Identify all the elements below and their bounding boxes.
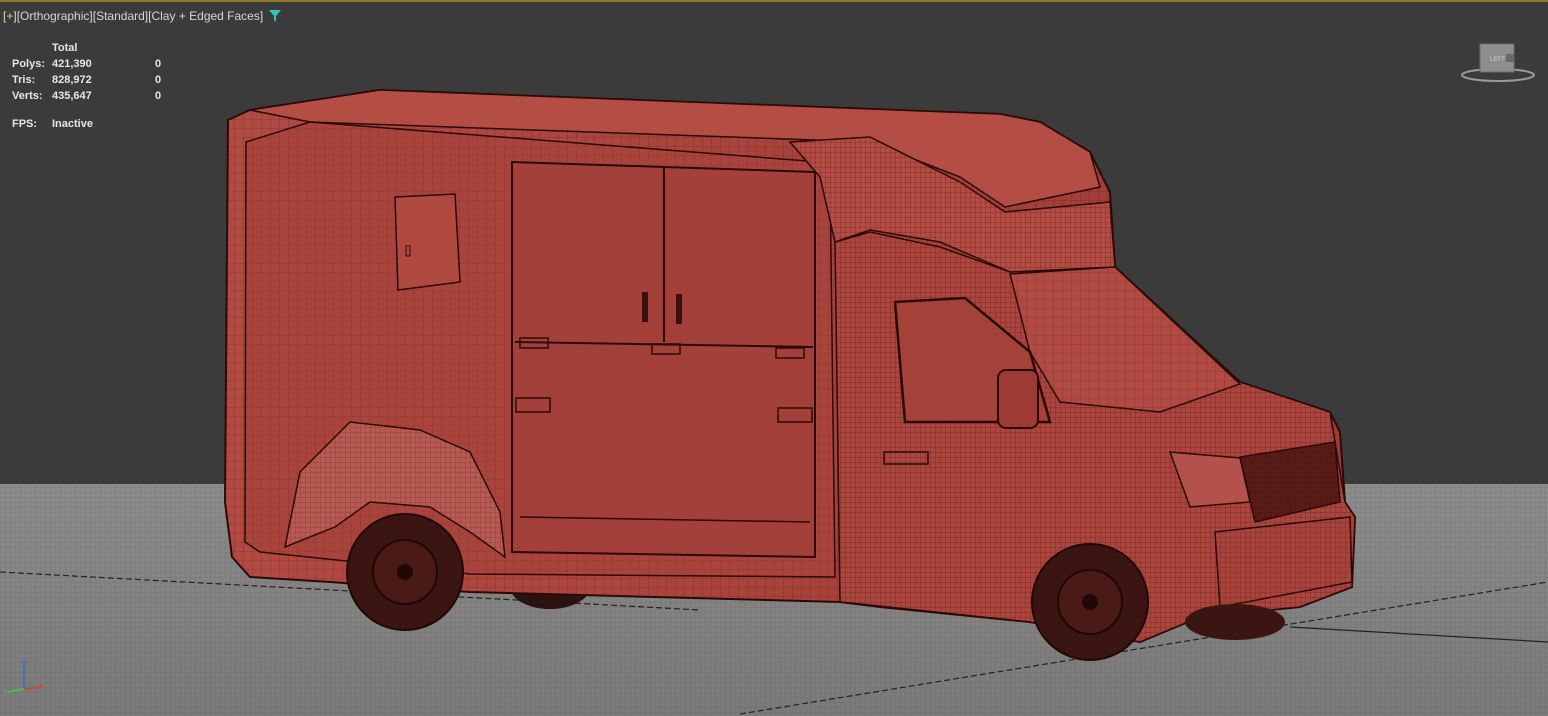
viewcube-edge[interactable] xyxy=(1506,54,1514,62)
stats-row-tris: Tris: 828,972 0 xyxy=(12,74,162,86)
side-window-frame xyxy=(394,193,461,291)
viewport-left[interactable]: [ + ][ Orthographic ][ Standard ][ Clay … xyxy=(0,0,1548,716)
viewcube-face-label: LEFT xyxy=(1490,57,1505,63)
viewport-display-style-menu[interactable]: Clay + Edged Faces xyxy=(151,9,259,23)
vp-bracket: ][ xyxy=(13,9,21,23)
fps-readout: FPS: Inactive xyxy=(12,118,161,130)
viewcube[interactable]: LEFT xyxy=(1460,42,1536,84)
stats-header: Total xyxy=(52,42,78,54)
front-wheel xyxy=(1031,543,1149,661)
fps-value: Inactive xyxy=(52,118,93,130)
xyz-axis-icon: z x y xyxy=(4,658,43,695)
vp-bracket: ] xyxy=(259,9,264,23)
viewport-general-menu[interactable]: + xyxy=(6,9,13,23)
vp-bracket: ][ xyxy=(89,9,97,23)
svg-text:y: y xyxy=(4,689,7,695)
stats-row-verts: Verts: 435,647 0 xyxy=(12,90,162,102)
statistics-overlay: Total Polys: 421,390 0 Tris: 828,972 0 V… xyxy=(12,40,161,130)
rear-wheel xyxy=(346,513,464,631)
side-mirror xyxy=(997,369,1039,429)
viewport-shading-mode-menu[interactable]: Standard xyxy=(96,9,145,23)
scene-canvas[interactable] xyxy=(0,2,1548,716)
svg-text:z: z xyxy=(24,658,27,664)
viewport-point-of-view-menu[interactable]: Orthographic xyxy=(20,9,89,23)
vp-bracket: ][ xyxy=(144,9,152,23)
funnel-icon[interactable] xyxy=(269,10,282,22)
stats-row-polys: Polys: 421,390 0 xyxy=(12,58,162,70)
svg-text:x: x xyxy=(40,683,43,689)
viewport-label-menu[interactable]: [ + ][ Orthographic ][ Standard ][ Clay … xyxy=(3,9,282,23)
door-handle-right xyxy=(676,294,682,324)
front-wheel-far xyxy=(1185,604,1285,640)
door-handle-left xyxy=(642,292,648,322)
fps-label: FPS: xyxy=(12,118,38,130)
